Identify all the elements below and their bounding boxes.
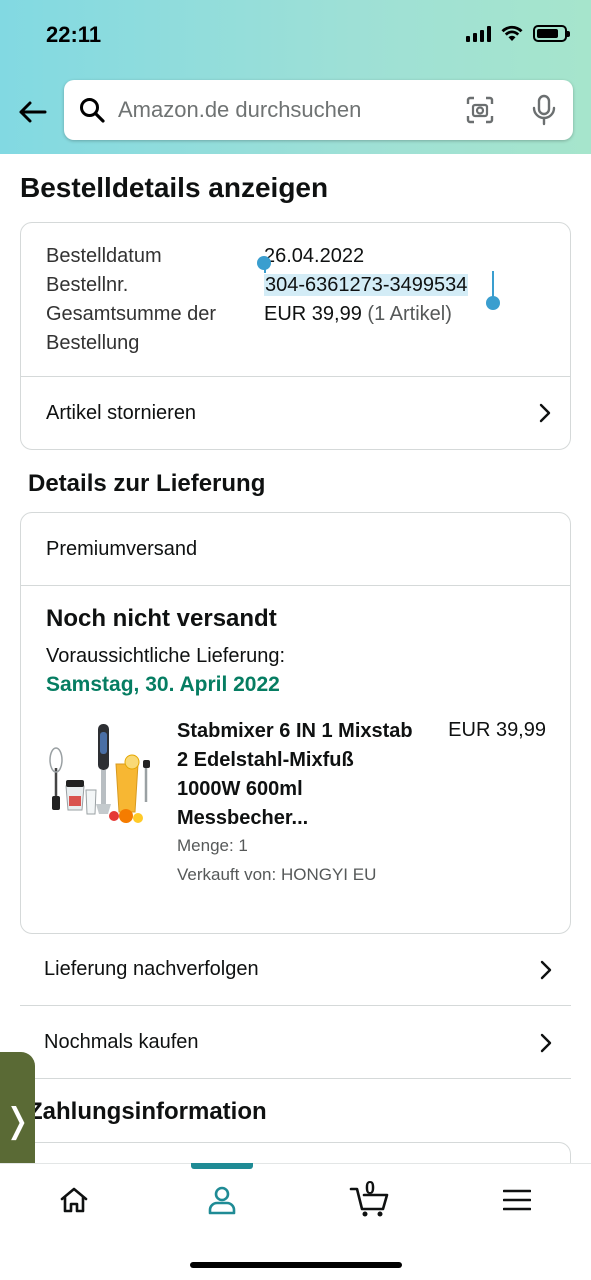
- search-icon: [80, 98, 105, 123]
- selection-end-handle[interactable]: [486, 296, 500, 310]
- header-bar: 22:11: [0, 0, 591, 154]
- order-info: Bestelldatum 26.04.2022 Bestellnr. 304-6…: [21, 223, 570, 376]
- buy-again-label: Nochmals kaufen: [44, 1031, 199, 1053]
- person-icon: [208, 1186, 236, 1215]
- cart-count-badge: 0: [364, 1178, 375, 1198]
- selection-end-bar: [492, 271, 494, 299]
- delivery-section-title: Details zur Lieferung: [28, 470, 266, 497]
- status-icons: [466, 25, 570, 42]
- eta-date: Samstag, 30. April 2022: [46, 673, 280, 696]
- product-image[interactable]: [46, 718, 156, 828]
- nav-home[interactable]: [14, 1164, 134, 1236]
- track-delivery-row[interactable]: Lieferung nachverfolgen: [20, 934, 571, 1006]
- menu-icon: [503, 1189, 531, 1211]
- selected-text[interactable]: 304-6361273-3499534: [264, 274, 469, 296]
- shipping-type: Premiumversand: [46, 537, 198, 560]
- chevron-right-icon: [540, 960, 552, 979]
- microphone-icon[interactable]: [531, 94, 557, 126]
- buy-again-row[interactable]: Nochmals kaufen: [20, 1007, 571, 1079]
- product-price: EUR 39,99: [448, 719, 546, 741]
- wifi-icon: [501, 25, 523, 41]
- order-total-value: EUR 39,99 (1 Artikel): [264, 300, 452, 328]
- product-title[interactable]: Stabmixer 6 IN 1 Mixstab 2 Edelstahl-Mix…: [177, 717, 422, 833]
- search-input[interactable]: [118, 97, 438, 123]
- order-total-label-line1: Gesamtsumme der: [46, 303, 217, 325]
- chevron-right-icon: [539, 403, 551, 423]
- cancel-items-row[interactable]: Artikel stornieren: [21, 377, 570, 449]
- home-icon: [60, 1187, 88, 1213]
- camera-scan-icon[interactable]: [465, 95, 495, 125]
- selection-start-handle[interactable]: [257, 256, 271, 270]
- back-button[interactable]: [14, 94, 50, 130]
- divider: [21, 585, 570, 586]
- eta-label: Voraussichtliche Lieferung:: [46, 645, 286, 667]
- battery-icon: [533, 25, 570, 42]
- order-date-label: Bestelldatum: [46, 245, 162, 267]
- track-delivery-label: Lieferung nachverfolgen: [44, 958, 259, 980]
- page-title: Bestelldetails anzeigen: [20, 172, 329, 203]
- order-total-label-line2: Bestellung: [46, 332, 140, 354]
- home-indicator: [190, 1262, 402, 1268]
- back-arrow-icon: [19, 101, 47, 123]
- order-total-amount: EUR 39,99: [264, 303, 362, 325]
- order-summary-card: Bestelldatum 26.04.2022 Bestellnr. 304-6…: [20, 222, 571, 450]
- product-quantity: Menge: 1: [177, 836, 248, 855]
- order-total-items: (1 Artikel): [367, 303, 452, 325]
- nav-account[interactable]: [162, 1164, 282, 1236]
- nav-cart[interactable]: 0: [310, 1164, 430, 1236]
- status-time: 22:11: [46, 22, 102, 47]
- shipment-status: Noch nicht versandt: [46, 605, 277, 632]
- product-seller: Verkauft von: HONGYI EU: [177, 865, 377, 884]
- order-number-label: Bestellnr.: [46, 274, 129, 296]
- payment-section-title: Zahlungsinformation: [28, 1098, 267, 1125]
- chevron-right-icon: ❭: [3, 1102, 32, 1140]
- search-bar[interactable]: [64, 80, 573, 140]
- chevron-right-icon: [540, 1033, 552, 1052]
- cancel-items-label: Artikel stornieren: [46, 401, 197, 424]
- order-number-value[interactable]: 304-6361273-3499534: [264, 271, 469, 299]
- delivery-card: Premiumversand Noch nicht versandt Vorau…: [20, 512, 571, 934]
- nav-menu[interactable]: [457, 1164, 577, 1236]
- order-date-value: 26.04.2022: [264, 245, 365, 267]
- cellular-signal-icon: [466, 25, 491, 42]
